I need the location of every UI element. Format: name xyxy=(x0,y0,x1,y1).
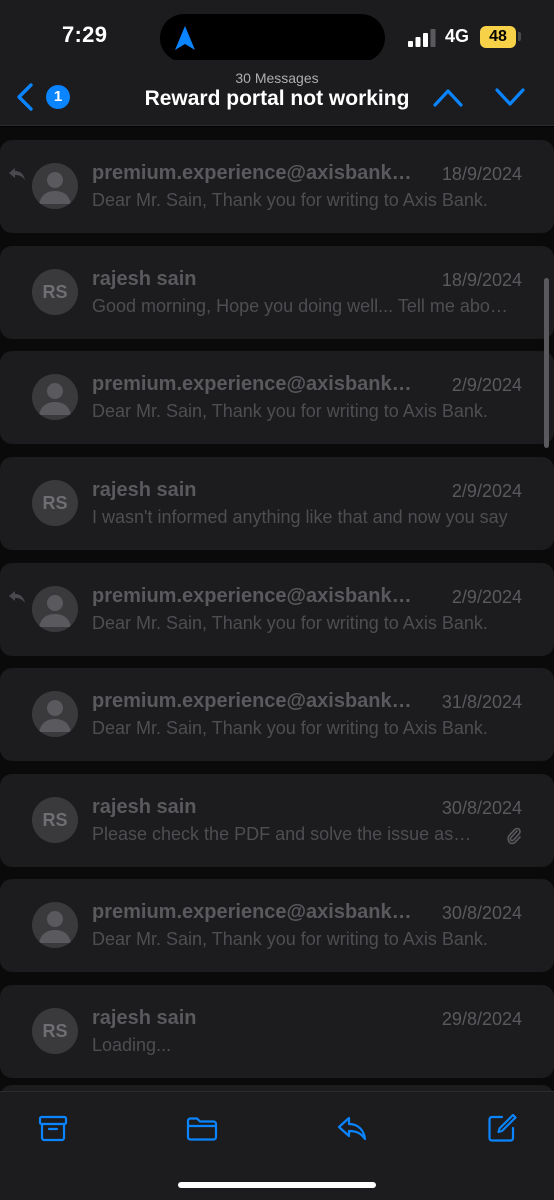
unread-badge: 1 xyxy=(46,85,70,109)
message-count: 30 Messages xyxy=(235,70,319,86)
location-arrow-icon xyxy=(175,26,195,50)
sender-name: rajesh sain xyxy=(92,1007,197,1029)
status-time: 7:29 xyxy=(62,22,108,47)
avatar xyxy=(32,902,78,948)
chevron-left-icon xyxy=(17,83,33,111)
cellular-signal-icon xyxy=(408,29,436,47)
message-row[interactable]: premium.experience@axisbank.com 30/8/202… xyxy=(0,879,554,972)
message-row[interactable]: premium.experience@axisbank.com 2/9/2024… xyxy=(0,563,554,656)
message-preview: Dear Mr. Sain, Thank you for writing to … xyxy=(92,718,488,738)
network-type: 4G xyxy=(445,26,470,46)
message-date: 29/8/2024 xyxy=(441,1009,522,1029)
message-date: 18/9/2024 xyxy=(441,164,522,184)
reply-icon[interactable] xyxy=(336,1112,368,1144)
message-date: 30/8/2024 xyxy=(441,903,522,923)
message-row[interactable]: RS rajesh sain 30/8/2024 Please check th… xyxy=(0,774,554,867)
message-preview: Dear Mr. Sain, Thank you for writing to … xyxy=(92,613,488,633)
person-avatar-icon xyxy=(39,595,71,627)
avatar xyxy=(32,586,78,632)
message-row[interactable]: RS rajesh sain 29/8/2024 Loading... xyxy=(0,985,554,1078)
person-avatar-icon xyxy=(39,383,71,415)
battery-icon: 48 xyxy=(480,26,516,48)
back-button[interactable]: 1 xyxy=(14,82,74,112)
person-avatar-icon xyxy=(39,700,71,732)
message-preview: Please check the PDF and solve the issue… xyxy=(92,824,472,844)
sender-name: rajesh sain xyxy=(92,479,197,501)
avatar: RS xyxy=(32,480,78,526)
message-preview: Good morning, Hope you doing well... Tel… xyxy=(92,296,517,316)
avatar xyxy=(32,691,78,737)
person-avatar-icon xyxy=(39,911,71,943)
message-row[interactable]: RS rajesh sain 2/9/2024 I wasn't informe… xyxy=(0,457,554,550)
message-list[interactable]: premium.experience@axisbank.com 18/9/202… xyxy=(0,127,554,1091)
avatar-initials: RS xyxy=(42,810,68,830)
message-row[interactable]: premium.experience@axisbank.com 31/8/202… xyxy=(0,668,554,761)
avatar: RS xyxy=(32,797,78,843)
message-date: 30/8/2024 xyxy=(441,798,522,818)
message-preview: Loading... xyxy=(92,1035,172,1055)
status-bar: 7:29 4G 48 xyxy=(0,0,554,62)
thread-nav-bar: 30 Messages Reward portal not working 1 xyxy=(0,60,554,126)
avatar-initials: RS xyxy=(42,493,68,513)
sender-name: rajesh sain xyxy=(92,796,197,818)
message-date: 18/9/2024 xyxy=(441,270,522,290)
replied-indicator-icon xyxy=(9,591,25,603)
avatar-initials: RS xyxy=(42,1021,68,1041)
avatar-initials: RS xyxy=(42,282,68,302)
compose-icon[interactable] xyxy=(486,1112,518,1144)
avatar xyxy=(32,163,78,209)
sender-name: premium.experience@axisbank.com xyxy=(92,901,412,923)
paperclip-icon xyxy=(507,827,521,845)
message-date: 2/9/2024 xyxy=(451,481,522,501)
replied-indicator-icon xyxy=(9,168,25,180)
message-preview: I wasn't informed anything like that and… xyxy=(92,507,508,527)
person-avatar-icon xyxy=(39,172,71,204)
sender-name: premium.experience@axisbank.com xyxy=(92,585,412,607)
battery-nub xyxy=(518,32,521,41)
sender-name: premium.experience@axisbank.com xyxy=(92,373,412,395)
message-row[interactable]: premium.experience@axisbank.com 2/9/2024… xyxy=(0,351,554,444)
message-date: 2/9/2024 xyxy=(451,375,522,395)
avatar: RS xyxy=(32,1008,78,1054)
archive-icon[interactable] xyxy=(37,1112,69,1144)
avatar xyxy=(32,374,78,420)
dynamic-island xyxy=(160,14,385,62)
message-row[interactable]: RS rajesh sain 18/9/2024 Good morning, H… xyxy=(0,246,554,339)
folder-icon[interactable] xyxy=(186,1112,218,1144)
sender-name: rajesh sain xyxy=(92,268,197,290)
message-date: 31/8/2024 xyxy=(441,692,522,712)
chevron-up-icon[interactable] xyxy=(432,86,464,108)
message-date: 2/9/2024 xyxy=(451,587,522,607)
message-preview: Dear Mr. Sain, Thank you for writing to … xyxy=(92,401,488,421)
home-indicator[interactable] xyxy=(178,1182,376,1188)
thread-title: Reward portal not working xyxy=(144,87,410,110)
sender-name: premium.experience@axisbank.com xyxy=(92,690,412,712)
message-row[interactable]: premium.experience@axisbank.com 18/9/202… xyxy=(0,140,554,233)
scrollbar[interactable] xyxy=(544,278,549,448)
chevron-down-icon[interactable] xyxy=(494,86,526,108)
message-preview: Dear Mr. Sain, Thank you for writing to … xyxy=(92,929,488,949)
message-preview: Dear Mr. Sain, Thank you for writing to … xyxy=(92,190,488,210)
avatar: RS xyxy=(32,269,78,315)
sender-name: premium.experience@axisbank.com xyxy=(92,162,412,184)
